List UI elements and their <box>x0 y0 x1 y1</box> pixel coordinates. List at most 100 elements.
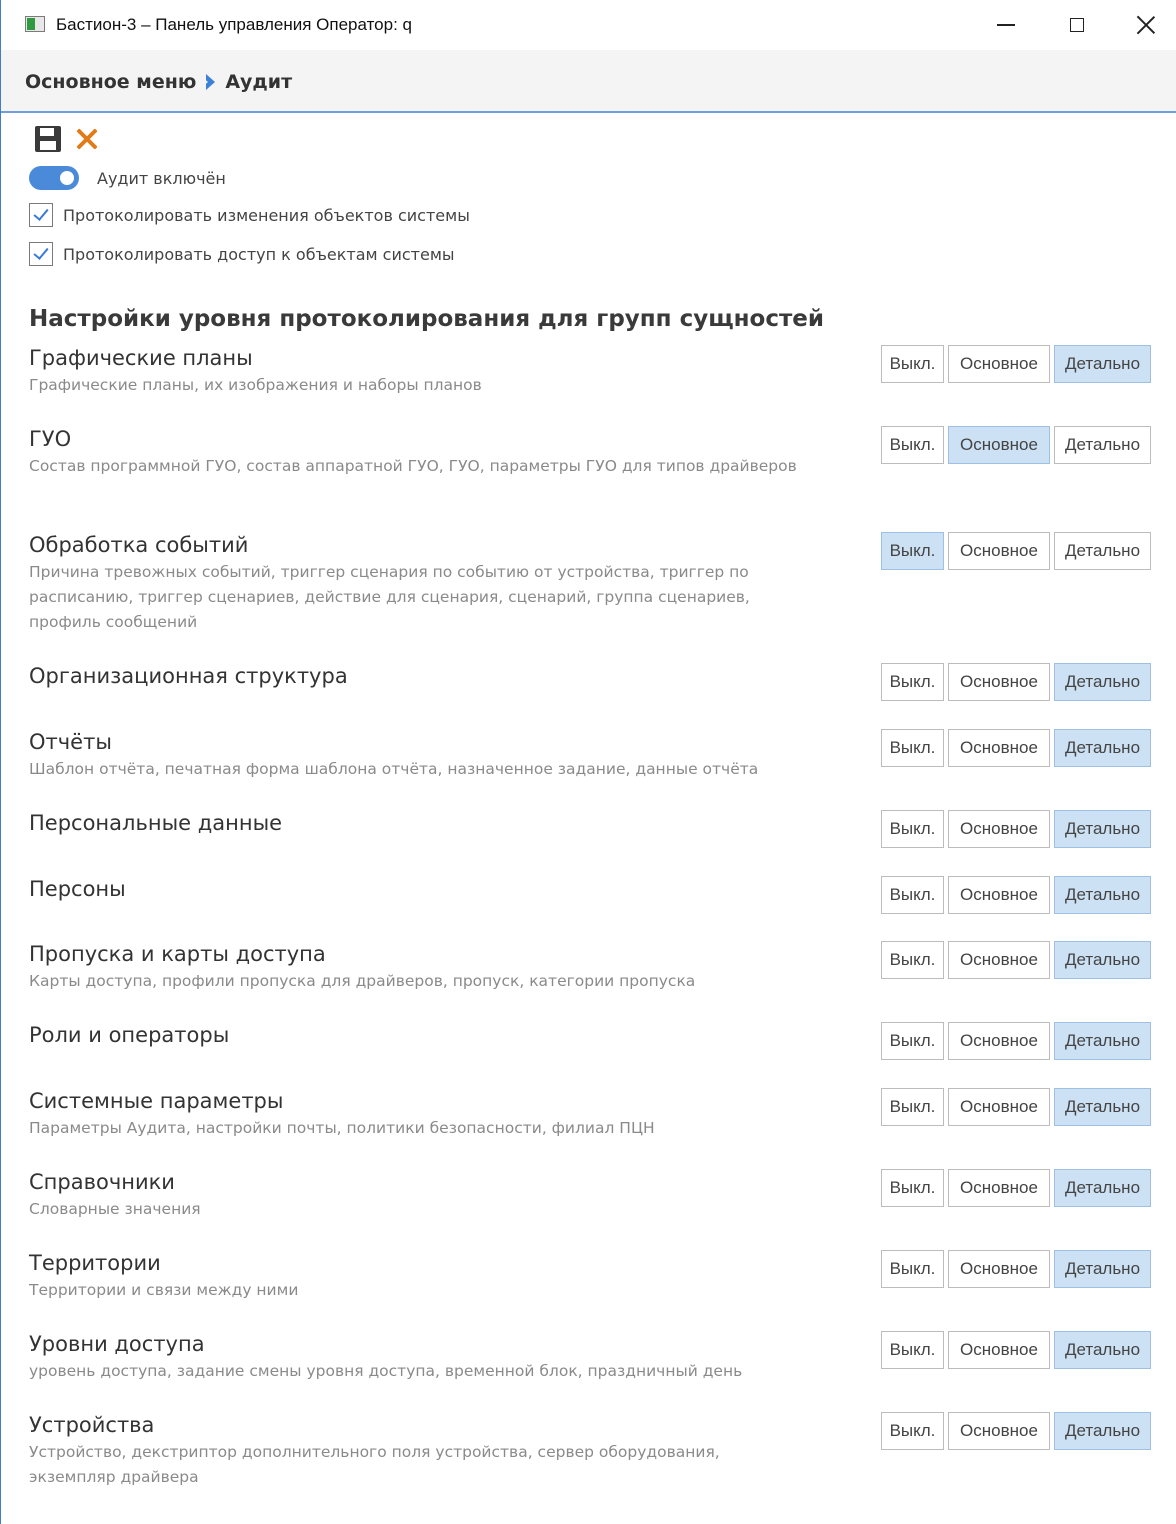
log-changes-row: Протоколировать изменения объектов систе… <box>29 203 470 227</box>
level-basic-button[interactable]: Основное <box>948 941 1050 979</box>
level-detail-button[interactable]: Детально <box>1054 426 1151 464</box>
audit-enabled-label: Аудит включён <box>97 168 226 188</box>
app-icon <box>25 16 45 32</box>
level-basic-button[interactable]: Основное <box>948 426 1050 464</box>
entity-group-row: Обработка событий Причина тревожных событ… <box>29 532 1169 635</box>
log-level-selector: Выкл. Основное Детально <box>881 1169 1151 1207</box>
level-detail-button[interactable]: Детально <box>1054 1331 1151 1369</box>
level-basic-button[interactable]: Основное <box>948 1412 1050 1450</box>
audit-enabled-toggle[interactable] <box>29 166 79 190</box>
maximize-icon <box>1070 18 1084 32</box>
breadcrumb: Основное меню Аудит <box>25 71 292 93</box>
log-level-selector: Выкл. Основное Детально <box>881 1412 1151 1450</box>
level-basic-button[interactable]: Основное <box>948 1250 1050 1288</box>
log-access-label[interactable]: Протоколировать доступ к объектам систем… <box>63 245 455 264</box>
log-access-checkbox[interactable] <box>29 242 53 266</box>
log-level-selector: Выкл. Основное Детально <box>881 1022 1151 1060</box>
level-detail-button[interactable]: Детально <box>1054 1022 1151 1060</box>
entity-group-row: Пропуска и карты доступа Карты доступа, п… <box>29 941 1169 994</box>
maximize-button[interactable] <box>1042 0 1112 50</box>
log-changes-checkbox[interactable] <box>29 203 53 227</box>
toolbar <box>35 124 99 154</box>
level-off-button[interactable]: Выкл. <box>881 1250 944 1288</box>
entity-group-row: Территории Территории и связи между ними В… <box>29 1250 1169 1303</box>
log-level-selector: Выкл. Основное Детально <box>881 426 1151 464</box>
entity-group-description: Устройство, декстриптор дополнительного … <box>29 1443 720 1486</box>
level-basic-button[interactable]: Основное <box>948 876 1050 914</box>
level-basic-button[interactable]: Основное <box>948 663 1050 701</box>
entity-group-description: Карты доступа, профили пропуска для драй… <box>29 972 696 990</box>
section-title: Настройки уровня протоколирования для гр… <box>29 306 824 332</box>
minimize-button[interactable] <box>971 0 1041 50</box>
level-off-button[interactable]: Выкл. <box>881 1412 944 1450</box>
level-detail-button[interactable]: Детально <box>1054 1412 1151 1450</box>
log-level-selector: Выкл. Основное Детально <box>881 876 1151 914</box>
log-level-selector: Выкл. Основное Детально <box>881 1331 1151 1369</box>
entity-group-row: Устройства Устройство, декстриптор дополн… <box>29 1412 1169 1490</box>
entity-group-row: Уровни доступа уровень доступа, задание с… <box>29 1331 1169 1384</box>
entity-group-row: Роли и операторы Выкл. Основное Детально <box>29 1022 1169 1060</box>
entity-group-description: Словарные значения <box>29 1200 201 1218</box>
title-bar: Бастион-3 – Панель управления Оператор: … <box>1 0 1176 50</box>
level-detail-button[interactable]: Детально <box>1054 876 1151 914</box>
level-off-button[interactable]: Выкл. <box>881 810 944 848</box>
level-off-button[interactable]: Выкл. <box>881 1022 944 1060</box>
minimize-icon <box>997 24 1015 26</box>
level-detail-button[interactable]: Детально <box>1054 663 1151 701</box>
entity-group-row: Персональные данные Выкл. Основное Детально <box>29 810 1169 848</box>
audit-enabled-row: Аудит включён <box>29 166 226 190</box>
level-detail-button[interactable]: Детально <box>1054 1250 1151 1288</box>
log-level-selector: Выкл. Основное Детально <box>881 532 1151 570</box>
breadcrumb-current: Аудит <box>225 71 293 93</box>
chevron-right-icon <box>202 74 216 90</box>
window-title: Бастион-3 – Панель управления Оператор: … <box>56 15 412 34</box>
log-level-selector: Выкл. Основное Детально <box>881 1250 1151 1288</box>
close-icon <box>1136 15 1156 35</box>
level-basic-button[interactable]: Основное <box>948 1022 1050 1060</box>
level-basic-button[interactable]: Основное <box>948 345 1050 383</box>
entity-group-description: Графические планы, их изображения и набо… <box>29 376 482 394</box>
level-off-button[interactable]: Выкл. <box>881 876 944 914</box>
level-off-button[interactable]: Выкл. <box>881 663 944 701</box>
log-changes-label[interactable]: Протоколировать изменения объектов систе… <box>63 206 470 225</box>
level-basic-button[interactable]: Основное <box>948 532 1050 570</box>
entity-group-description: уровень доступа, задание смены уровня до… <box>29 1362 743 1380</box>
entity-group-row: Организационная структура Выкл. Основное Де… <box>29 663 1169 701</box>
level-basic-button[interactable]: Основное <box>948 1331 1050 1369</box>
level-off-button[interactable]: Выкл. <box>881 941 944 979</box>
level-basic-button[interactable]: Основное <box>948 1169 1050 1207</box>
log-access-row: Протоколировать доступ к объектам систем… <box>29 242 455 266</box>
level-detail-button[interactable]: Детально <box>1054 345 1151 383</box>
entity-group-description: Состав программной ГУО, состав аппаратно… <box>29 457 797 475</box>
entity-group-row: Графические планы Графические планы, их и… <box>29 345 1169 398</box>
entity-group-description: Причина тревожных событий, триггер сцена… <box>29 563 750 631</box>
entity-group-description: Параметры Аудита, настройки почты, полит… <box>29 1119 655 1137</box>
level-detail-button[interactable]: Детально <box>1054 1088 1151 1126</box>
level-off-button[interactable]: Выкл. <box>881 532 944 570</box>
close-window-button[interactable] <box>1111 0 1176 50</box>
level-off-button[interactable]: Выкл. <box>881 1169 944 1207</box>
level-off-button[interactable]: Выкл. <box>881 1088 944 1126</box>
level-detail-button[interactable]: Детально <box>1054 810 1151 848</box>
breadcrumb-root[interactable]: Основное меню <box>25 71 196 93</box>
level-off-button[interactable]: Выкл. <box>881 729 944 767</box>
entity-group-description: Территории и связи между ними <box>29 1281 299 1299</box>
level-detail-button[interactable]: Детально <box>1054 941 1151 979</box>
level-detail-button[interactable]: Детально <box>1054 532 1151 570</box>
log-level-selector: Выкл. Основное Детально <box>881 663 1151 701</box>
entity-group-row: Системные параметры Параметры Аудита, нас… <box>29 1088 1169 1141</box>
log-level-selector: Выкл. Основное Детально <box>881 941 1151 979</box>
save-icon[interactable] <box>35 126 61 152</box>
level-off-button[interactable]: Выкл. <box>881 1331 944 1369</box>
level-off-button[interactable]: Выкл. <box>881 345 944 383</box>
level-basic-button[interactable]: Основное <box>948 1088 1050 1126</box>
entity-group-row: Справочники Словарные значения Выкл. Основн… <box>29 1169 1169 1222</box>
log-level-selector: Выкл. Основное Детально <box>881 810 1151 848</box>
level-detail-button[interactable]: Детально <box>1054 729 1151 767</box>
level-basic-button[interactable]: Основное <box>948 729 1050 767</box>
cancel-icon[interactable] <box>75 127 99 151</box>
level-detail-button[interactable]: Детально <box>1054 1169 1151 1207</box>
level-basic-button[interactable]: Основное <box>948 810 1050 848</box>
entity-group-row: Отчёты Шаблон отчёта, печатная форма шабл… <box>29 729 1169 782</box>
level-off-button[interactable]: Выкл. <box>881 426 944 464</box>
